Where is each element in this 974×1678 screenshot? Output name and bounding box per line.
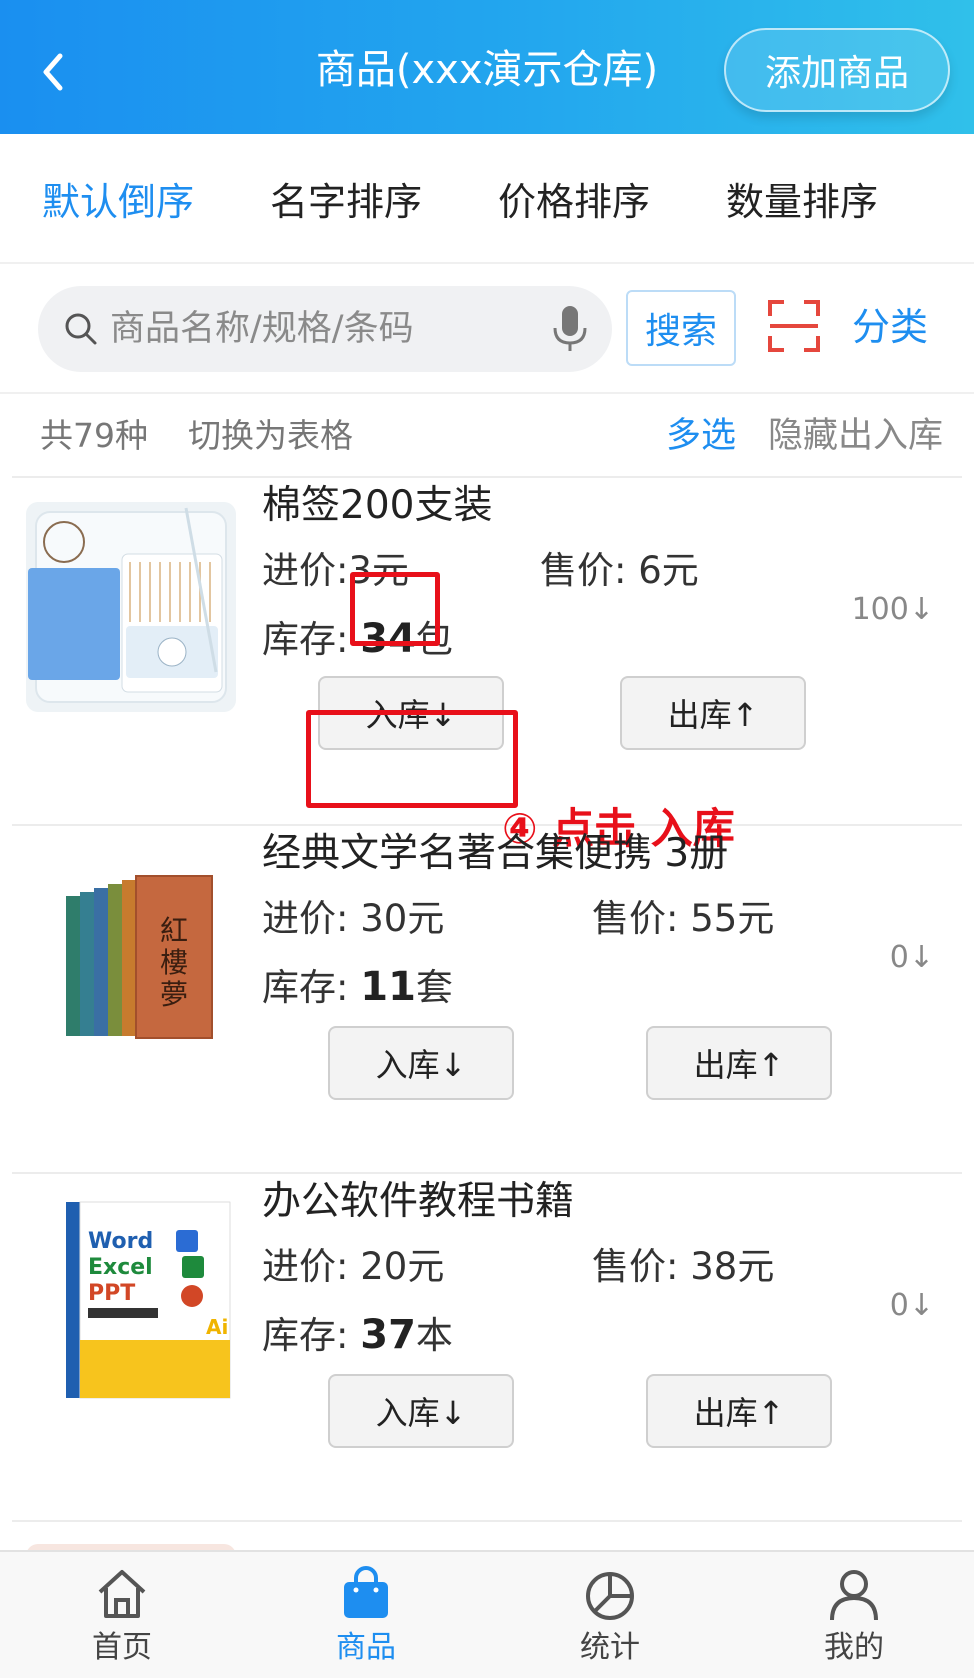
chevron-left-icon bbox=[43, 53, 63, 91]
purchase-price: 3元 bbox=[348, 549, 410, 592]
tab-home[interactable]: 首页 bbox=[0, 1552, 244, 1678]
product-image-classic-novels: 紅 樓 夢 bbox=[26, 860, 236, 1070]
purchase-price: 30元 bbox=[360, 897, 445, 940]
stock-unit: 套 bbox=[415, 966, 453, 1009]
side-quantity: 0↓ bbox=[889, 1288, 934, 1323]
sort-bar: 默认倒序 名字排序 价格排序 数量排序 bbox=[0, 134, 974, 264]
side-quantity: 100↓ bbox=[851, 592, 934, 627]
svg-text:紅: 紅 bbox=[160, 914, 188, 947]
purchase-price: 20元 bbox=[360, 1245, 445, 1288]
search-row: 搜索 分类 bbox=[0, 266, 974, 394]
sale-price-label: 售价: bbox=[592, 897, 679, 940]
stock-out-button[interactable]: 出库↑ bbox=[620, 676, 806, 750]
multi-select-button[interactable]: 多选 bbox=[666, 414, 736, 458]
svg-text:PPT: PPT bbox=[88, 1281, 135, 1306]
stock-in-button[interactable]: 入库↓ bbox=[328, 1026, 514, 1100]
tab-statistics[interactable]: 统计 bbox=[488, 1552, 732, 1678]
stock-quantity: 37 bbox=[360, 1312, 416, 1358]
svg-text:Ai: Ai bbox=[206, 1315, 228, 1339]
product-name: 棉签200支装 bbox=[262, 483, 493, 528]
stock-row: 库存: 11套 bbox=[262, 962, 453, 1013]
stock-label: 库存: bbox=[262, 1314, 349, 1357]
product-name: 经典文学名著合集便携 3册 bbox=[262, 831, 729, 876]
product-name: 办公软件教程书籍 bbox=[262, 1179, 575, 1224]
search-button[interactable]: 搜索 bbox=[626, 290, 736, 366]
purchase-price-row: 进价:3元 bbox=[262, 546, 409, 596]
stock-label: 库存: bbox=[262, 966, 349, 1009]
stock-unit: 本 bbox=[415, 1314, 453, 1357]
tab-products-label: 商品 bbox=[336, 1630, 396, 1665]
purchase-price-row: 进价: 30元 bbox=[262, 894, 444, 944]
back-button[interactable] bbox=[30, 44, 80, 100]
list-info-row: 共79种 切换为表格 多选 隐藏出入库 bbox=[12, 394, 962, 478]
purchase-price-row: 进价: 20元 bbox=[262, 1242, 444, 1292]
sale-price-label: 售价: bbox=[540, 549, 627, 592]
tab-profile-label: 我的 bbox=[824, 1630, 884, 1665]
stock-out-button[interactable]: 出库↑ bbox=[646, 1374, 832, 1448]
purchase-price-label: 进价: bbox=[262, 549, 349, 592]
product-image-office-book: Word Excel PPT Ai bbox=[26, 1200, 236, 1410]
stock-in-button[interactable]: 入库↓ bbox=[328, 1374, 514, 1448]
bottom-tab-bar: 首页 商品 统计 我的 bbox=[0, 1550, 974, 1678]
sort-default-desc[interactable]: 默认倒序 bbox=[42, 178, 194, 226]
sort-by-price[interactable]: 价格排序 bbox=[498, 178, 650, 226]
sale-price-row: 售价: 38元 bbox=[592, 1242, 774, 1292]
user-icon bbox=[830, 1570, 878, 1621]
toggle-table-view[interactable]: 切换为表格 bbox=[188, 414, 353, 458]
purchase-price-label: 进价: bbox=[262, 897, 349, 940]
bag-icon bbox=[344, 1566, 388, 1618]
product-card[interactable]: 棉签200支装 进价:3元 售价: 6元 库存: 34包 100↓ 入库↓ 出库… bbox=[12, 478, 962, 826]
tab-products[interactable]: 商品 bbox=[244, 1552, 488, 1678]
sale-price: 55元 bbox=[690, 897, 775, 940]
home-icon bbox=[98, 1570, 146, 1618]
stock-out-button[interactable]: 出库↑ bbox=[646, 1026, 832, 1100]
stock-quantity: 34 bbox=[360, 616, 416, 662]
stock-row: 库存: 37本 bbox=[262, 1310, 453, 1361]
purchase-price-label: 进价: bbox=[262, 1245, 349, 1288]
stock-quantity: 11 bbox=[360, 964, 416, 1010]
stock-in-button[interactable]: 入库↓ bbox=[318, 676, 504, 750]
hide-io-button[interactable]: 隐藏出入库 bbox=[768, 414, 943, 458]
add-product-button[interactable]: 添加商品 bbox=[724, 28, 950, 112]
sale-price-label: 售价: bbox=[592, 1245, 679, 1288]
sale-price: 6元 bbox=[638, 549, 699, 592]
stock-unit: 包 bbox=[415, 618, 453, 661]
sort-by-name[interactable]: 名字排序 bbox=[270, 178, 422, 226]
svg-text:樓: 樓 bbox=[160, 946, 188, 979]
product-card[interactable]: Word Excel PPT Ai 办公软件教程书籍 进价: 20元 售价: 3… bbox=[12, 1174, 962, 1522]
search-box[interactable] bbox=[38, 286, 612, 372]
pie-chart-icon bbox=[586, 1572, 634, 1620]
stock-label: 库存: bbox=[262, 618, 349, 661]
scan-icon[interactable] bbox=[766, 298, 822, 354]
microphone-icon[interactable] bbox=[550, 304, 590, 354]
sort-by-quantity[interactable]: 数量排序 bbox=[726, 178, 878, 226]
sale-price-row: 售价: 6元 bbox=[540, 546, 699, 596]
category-link[interactable]: 分类 bbox=[852, 302, 928, 352]
stock-row: 库存: 34包 bbox=[262, 614, 453, 665]
search-input[interactable] bbox=[110, 286, 530, 372]
product-card[interactable]: 紅 樓 夢 经典文学名著合集便携 3册 进价: 30元 售价: 55元 库存: … bbox=[12, 826, 962, 1174]
search-icon bbox=[65, 313, 97, 345]
svg-text:夢: 夢 bbox=[160, 978, 188, 1011]
svg-text:Word: Word bbox=[88, 1229, 153, 1254]
sale-price-row: 售价: 55元 bbox=[592, 894, 774, 944]
svg-text:Excel: Excel bbox=[88, 1255, 153, 1280]
product-count: 共79种 bbox=[40, 416, 148, 455]
tab-home-label: 首页 bbox=[92, 1630, 152, 1665]
sale-price: 38元 bbox=[690, 1245, 775, 1288]
tab-profile[interactable]: 我的 bbox=[732, 1552, 974, 1678]
tab-statistics-label: 统计 bbox=[580, 1630, 640, 1665]
app-header: 商品(xxx演示仓库) 添加商品 bbox=[0, 0, 974, 134]
product-image-cotton-swabs bbox=[26, 502, 236, 712]
side-quantity: 0↓ bbox=[889, 940, 934, 975]
